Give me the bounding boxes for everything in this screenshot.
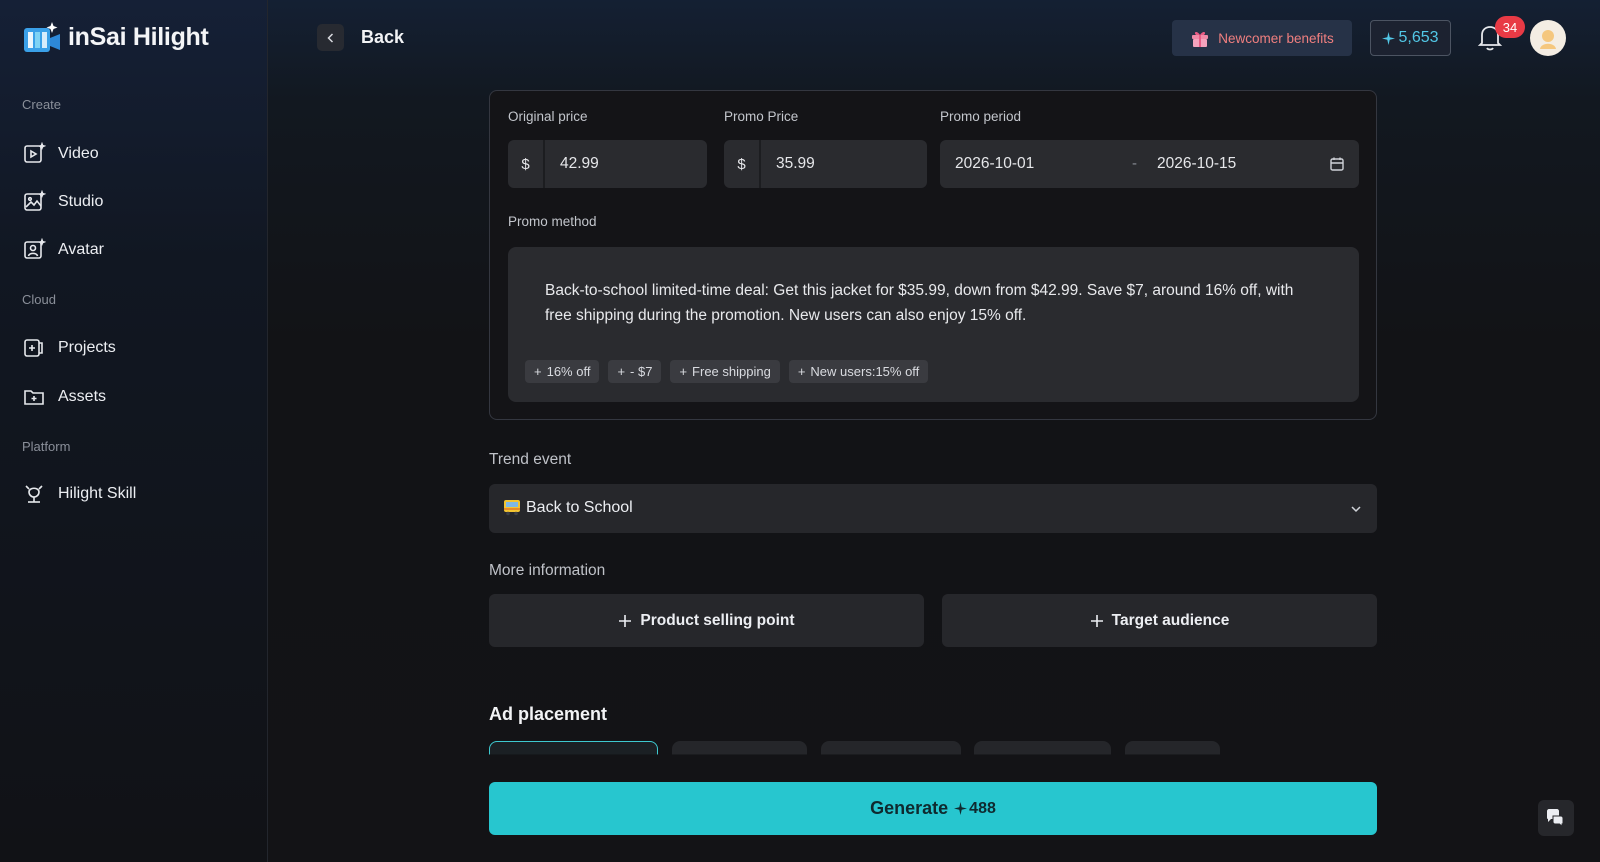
promo-method-label: Promo method (508, 214, 597, 229)
generate-button[interactable]: Generate 488 (489, 782, 1377, 835)
folder-plus-icon (24, 390, 44, 405)
chevron-left-icon (326, 32, 333, 43)
period-end-date[interactable]: 2026-10-15 (1157, 155, 1236, 173)
period-separator: - (1132, 155, 1137, 172)
chat-support-button[interactable] (1538, 800, 1574, 836)
chat-icon (1547, 809, 1564, 827)
sidebar-item-label: Assets (58, 388, 107, 405)
generate-cost: 488 (954, 800, 996, 818)
promo-chip[interactable]: + - $7 (608, 360, 662, 383)
bus-icon (504, 500, 520, 516)
add-product-selling-point-button[interactable]: Product selling point (489, 594, 924, 647)
sparkle-icon (1382, 31, 1396, 45)
section-cloud-label: Cloud (22, 292, 56, 307)
original-price-label: Original price (508, 109, 588, 124)
promo-card: Original price $ 42.99 Promo Price $ 35.… (489, 90, 1377, 420)
more-information-label: More information (489, 562, 606, 579)
sidebar-item-projects[interactable]: Projects (22, 334, 116, 362)
sidebar-item-label: Studio (58, 193, 104, 210)
chip-label: Free shipping (692, 364, 771, 379)
add-target-audience-button[interactable]: Target audience (942, 594, 1377, 647)
plus-icon: + (617, 364, 626, 379)
gift-icon (1192, 31, 1209, 47)
trend-event-value: Back to School (526, 499, 633, 516)
avatar-face-icon (1540, 30, 1556, 49)
generate-cost-value: 488 (969, 799, 996, 817)
sidebar-item-studio[interactable]: Studio (22, 188, 103, 216)
notification-badge: 34 (1495, 16, 1525, 38)
logo[interactable]: inSai Hilight (22, 20, 209, 54)
currency-prefix: $ (508, 140, 545, 188)
avatar-icon (24, 238, 46, 259)
chevron-down-icon (1351, 506, 1361, 513)
sidebar-item-label: Avatar (58, 241, 104, 258)
app-root: inSai Hilight Create Video Studio Avatar… (0, 0, 1600, 862)
currency-prefix: $ (724, 140, 761, 188)
chip-label: 16% off (546, 364, 591, 379)
plus-icon: + (534, 364, 542, 379)
chip-label: New users:15% off (810, 364, 920, 379)
promo-price-value[interactable]: 35.99 (761, 155, 815, 173)
back-label[interactable]: Back (361, 27, 404, 48)
plus-icon (1090, 614, 1103, 627)
user-avatar[interactable] (1530, 20, 1566, 56)
sidebar-item-label: Hilight Skill (58, 485, 137, 502)
newcomer-benefits-label: Newcomer benefits (1218, 30, 1334, 46)
promo-chip-row: + 16% off + - $7 + Free shipping + New u… (525, 360, 929, 383)
trend-event-select[interactable]: Back to School (489, 484, 1377, 533)
generate-label: Generate (870, 798, 949, 818)
section-create-label: Create (22, 97, 62, 112)
sidebar: inSai Hilight Create Video Studio Avatar… (0, 0, 268, 862)
placement-tab-selected[interactable] (489, 741, 658, 755)
original-price-value[interactable]: 42.99 (545, 155, 599, 173)
skill-icon (25, 485, 43, 503)
promo-chip[interactable]: + Free shipping (670, 360, 780, 383)
image-sparkle-icon (24, 190, 46, 211)
sidebar-item-label: Projects (58, 339, 116, 356)
promo-period-range-picker[interactable]: 2026-10-01 - 2026-10-15 (940, 140, 1359, 188)
credits-button[interactable]: 5,653 (1370, 20, 1451, 56)
calendar-icon[interactable] (1329, 156, 1345, 172)
trend-event-label: Trend event (489, 451, 572, 468)
credits-value: 5,653 (1398, 29, 1439, 46)
newcomer-benefits-button[interactable]: Newcomer benefits (1172, 20, 1352, 56)
back-button[interactable] (317, 24, 344, 51)
topbar: Back Newcomer benefits 5,653 34 (268, 0, 1600, 76)
section-platform-label: Platform (22, 439, 71, 454)
projects-icon (24, 339, 43, 357)
product-selling-point-label: Product selling point (640, 611, 795, 629)
promo-price-label: Promo Price (724, 109, 799, 124)
original-price-field[interactable]: $ 42.99 (508, 140, 707, 188)
chip-label: - $7 (630, 364, 653, 379)
promo-period-label: Promo period (940, 109, 1022, 124)
logo-text: inSai Hilight (68, 22, 209, 51)
sidebar-item-label: Video (58, 145, 99, 162)
promo-method-box[interactable]: Back-to-school limited-time deal: Get th… (508, 247, 1359, 402)
plus-icon (619, 614, 632, 627)
sparkle-icon (954, 802, 968, 815)
ad-placement-title: Ad placement (489, 704, 608, 724)
promo-chip[interactable]: + New users:15% off (788, 360, 929, 383)
logo-icon (24, 22, 60, 52)
sidebar-item-video[interactable]: Video (22, 140, 99, 168)
plus-icon: + (679, 364, 688, 379)
promo-chip[interactable]: + 16% off (525, 360, 600, 383)
placement-tab[interactable] (1125, 741, 1220, 755)
promo-price-field[interactable]: $ 35.99 (724, 140, 927, 188)
placement-tab[interactable] (821, 741, 961, 755)
sidebar-item-avatar[interactable]: Avatar (22, 236, 104, 264)
plus-icon: + (797, 364, 806, 379)
target-audience-label: Target audience (1111, 611, 1230, 629)
sidebar-item-assets[interactable]: Assets (22, 383, 106, 411)
period-start-date[interactable]: 2026-10-01 (955, 155, 1034, 173)
promo-method-text[interactable]: Back-to-school limited-time deal: Get th… (545, 278, 1315, 328)
placement-tab[interactable] (672, 741, 807, 755)
video-icon (24, 142, 46, 163)
placement-tab[interactable] (974, 741, 1111, 755)
sidebar-item-hilight-skill[interactable]: Hilight Skill (22, 480, 136, 508)
placement-tabs (489, 741, 1229, 755)
main-content: Back Newcomer benefits 5,653 34 Original… (268, 0, 1600, 862)
